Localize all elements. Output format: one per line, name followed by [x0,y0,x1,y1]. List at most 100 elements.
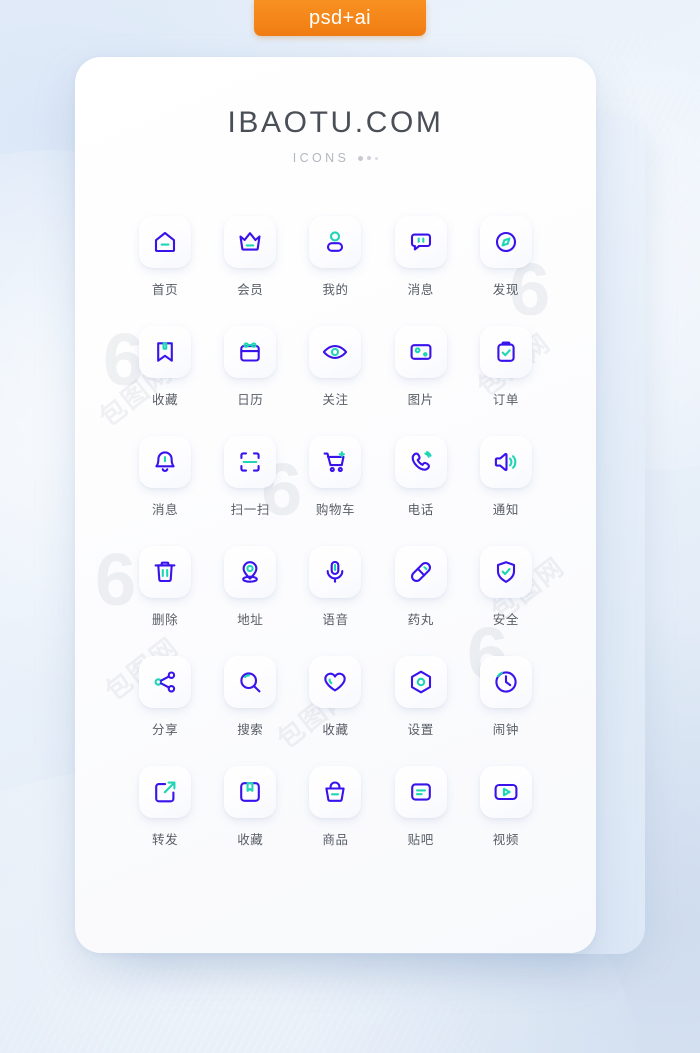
icon-cell[interactable]: 语音 [304,546,367,628]
magnifier-icon-tile[interactable] [224,656,277,708]
hexagon-gear-icon [406,667,436,697]
icon-cell[interactable]: 贴吧 [389,766,452,848]
icon-cell[interactable]: 消息 [389,216,452,298]
icon-cell[interactable]: 发现 [474,216,537,298]
icon-cell[interactable]: 安全 [474,546,537,628]
icon-label: 地址 [237,613,264,627]
icon-cell[interactable]: 电话 [389,436,452,518]
icon-cell[interactable]: 购物车 [304,436,367,518]
phone-icon-tile[interactable] [394,436,447,488]
user-icon-tile[interactable] [309,216,362,268]
icon-cell[interactable]: 药丸 [389,546,452,628]
icon-label: 收藏 [237,833,264,847]
icon-cell[interactable]: 会员 [219,216,282,298]
home-icon-tile[interactable] [139,216,192,268]
icon-label: 扫一扫 [230,503,270,517]
icon-cell[interactable]: 收藏 [304,656,367,738]
icon-cell[interactable]: 闹钟 [474,656,537,738]
message-lines-icon [406,777,436,807]
icon-cell[interactable]: 关注 [304,326,367,408]
trash-icon-tile[interactable] [139,546,192,598]
icon-label: 转发 [151,833,179,847]
icon-label: 购物车 [315,503,356,517]
icon-cell[interactable]: 分享 [134,656,197,738]
card-header: IBAOTU.COM ICONS [75,57,596,165]
calendar-icon-tile[interactable] [224,326,277,378]
cart-plus-icon-tile[interactable] [309,436,362,488]
icon-label: 商品 [322,833,349,847]
icon-cell[interactable]: 图片 [389,326,452,408]
basket-icon-tile[interactable] [309,766,362,818]
icon-cell[interactable]: 设置 [389,656,452,738]
icon-label: 视频 [492,833,519,847]
video-play-icon [491,777,521,807]
scan-icon [235,447,265,477]
forward-arrow-icon-tile[interactable] [139,766,192,818]
scan-icon-tile[interactable] [224,436,277,488]
icon-cell[interactable]: 搜索 [219,656,282,738]
icon-label: 首页 [151,283,179,297]
video-play-icon-tile[interactable] [479,766,532,818]
icon-cell[interactable]: 视频 [474,766,537,848]
icon-cell[interactable]: 删除 [134,546,197,628]
speaker-icon [491,447,521,477]
box-bookmark-icon-tile[interactable] [224,766,277,818]
map-pin-icon [235,557,265,587]
bookmark-icon-tile[interactable] [139,326,192,378]
icon-cell[interactable]: 通知 [474,436,537,518]
map-pin-icon-tile[interactable] [224,546,277,598]
icon-cell[interactable]: 日历 [219,326,282,408]
icon-cell[interactable]: 收藏 [219,766,282,848]
icon-cell[interactable]: 转发 [134,766,197,848]
page-root: psd+ai IBAOTU.COM ICONS 6 包图网 6 包图网 6 包图… [0,0,700,1053]
icon-label: 关注 [322,393,349,407]
psd-ai-badge: psd+ai [254,0,426,36]
shield-check-icon [491,557,521,587]
bell-icon [150,447,180,477]
icon-cell[interactable]: 商品 [304,766,367,848]
bookmark-icon [150,337,180,367]
icon-set-card: IBAOTU.COM ICONS 6 包图网 6 包图网 6 包图网 6 包图网… [75,57,596,953]
trash-icon [150,557,180,587]
page-title: IBAOTU.COM [227,106,444,139]
clipboard-check-icon [491,337,521,367]
clipboard-check-icon-tile[interactable] [479,326,532,378]
hexagon-gear-icon-tile[interactable] [394,656,447,708]
image-icon-tile[interactable] [394,326,447,378]
share-nodes-icon-tile[interactable] [139,656,192,708]
message-lines-icon-tile[interactable] [394,766,447,818]
eye-icon [320,337,350,367]
icon-cell[interactable]: 地址 [219,546,282,628]
crown-icon-tile[interactable] [224,216,277,268]
share-nodes-icon [150,667,180,697]
bell-icon-tile[interactable] [139,436,192,488]
pill-icon-tile[interactable] [394,546,447,598]
icon-label: 贴吧 [407,833,434,847]
chat-bubble-icon-tile[interactable] [394,216,447,268]
icon-label: 收藏 [151,393,179,407]
image-icon [406,337,436,367]
shield-check-icon-tile[interactable] [479,546,532,598]
heart-icon [320,667,350,697]
clock-icon-tile[interactable] [479,656,532,708]
microphone-icon-tile[interactable] [309,546,362,598]
compass-icon [491,227,521,257]
icon-cell[interactable]: 我的 [304,216,367,298]
icon-label: 会员 [237,283,264,297]
watermark-logo: 6 [95,538,137,621]
icon-cell[interactable]: 订单 [474,326,537,408]
pill-icon [406,557,436,587]
speaker-icon-tile[interactable] [479,436,532,488]
icon-cell[interactable]: 扫一扫 [219,436,282,518]
chat-bubble-icon [406,227,436,257]
icon-label: 设置 [407,723,434,737]
icon-cell[interactable]: 首页 [134,216,197,298]
compass-icon-tile[interactable] [479,216,532,268]
icon-label: 日历 [237,393,264,407]
eye-icon-tile[interactable] [309,326,362,378]
icon-label: 药丸 [407,613,434,627]
clock-icon [491,667,521,697]
heart-icon-tile[interactable] [309,656,362,708]
icon-cell[interactable]: 消息 [134,436,197,518]
icon-cell[interactable]: 收藏 [134,326,197,408]
